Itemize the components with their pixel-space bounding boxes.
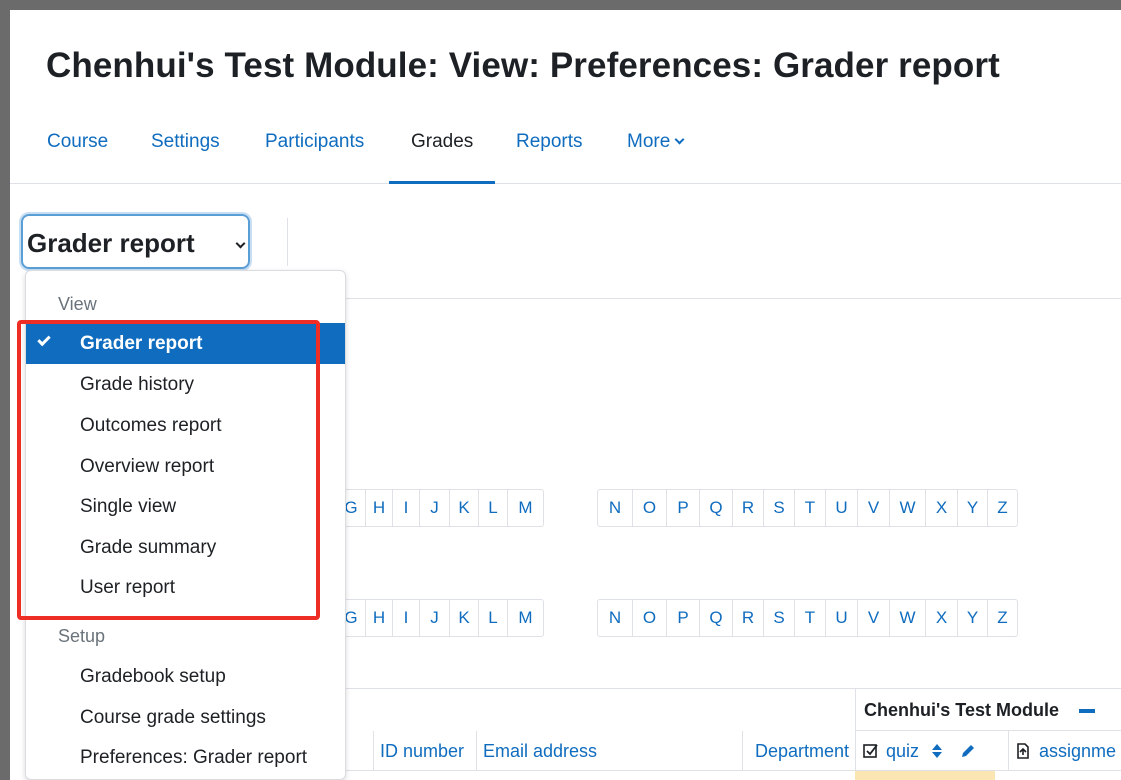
letter-link[interactable]: W bbox=[889, 490, 925, 526]
menu-item-label: Grader report bbox=[80, 333, 203, 354]
letter-link[interactable]: P bbox=[666, 490, 699, 526]
grader-table: Chenhui's Test Module ID number Email ad… bbox=[345, 688, 1121, 780]
menu-item-outcomes-report[interactable]: Outcomes report bbox=[26, 405, 345, 446]
menu-item-single-view[interactable]: Single view bbox=[26, 486, 345, 527]
report-selector-menu: View Grader report Grade history Outcome… bbox=[25, 270, 346, 780]
assignment-icon bbox=[1017, 743, 1029, 759]
letter-link[interactable]: T bbox=[794, 490, 825, 526]
letter-link[interactable]: N bbox=[598, 600, 632, 636]
letter-link[interactable]: K bbox=[449, 490, 478, 526]
column-header-id-number[interactable]: ID number bbox=[373, 731, 476, 771]
menu-item-overview-report[interactable]: Overview report bbox=[26, 446, 345, 487]
category-header-label: Chenhui's Test Module bbox=[864, 700, 1059, 720]
letter-link[interactable]: K bbox=[449, 600, 478, 636]
table-header-row: ID number Email address Department quiz … bbox=[345, 731, 1121, 771]
menu-item-grade-history[interactable]: Grade history bbox=[26, 364, 345, 405]
letter-link[interactable]: X bbox=[925, 600, 957, 636]
menu-item-user-report[interactable]: User report bbox=[26, 567, 345, 608]
letter-link[interactable]: Q bbox=[699, 490, 732, 526]
report-selector-label: Grader report bbox=[27, 228, 195, 258]
last-name-letter-filter-a-m: G H I J K L M bbox=[336, 599, 544, 637]
letter-link[interactable]: J bbox=[419, 600, 449, 636]
chevron-down-icon bbox=[674, 134, 685, 145]
letter-link[interactable]: P bbox=[666, 600, 699, 636]
menu-item-preferences-grader-report[interactable]: Preferences: Grader report bbox=[26, 737, 345, 778]
letter-link[interactable]: S bbox=[763, 600, 794, 636]
letter-link[interactable]: Q bbox=[699, 600, 732, 636]
toolbar-divider bbox=[287, 218, 288, 266]
letter-link[interactable]: Z bbox=[987, 600, 1017, 636]
column-header-department[interactable]: Department bbox=[742, 731, 855, 771]
letter-link[interactable]: V bbox=[857, 600, 889, 636]
chevron-down-icon bbox=[235, 238, 246, 249]
quiz-column-label: quiz bbox=[886, 741, 920, 761]
grade-cell-highlight bbox=[855, 771, 995, 780]
page-title: Chenhui's Test Module: View: Preferences… bbox=[46, 46, 1000, 85]
menu-item-course-grade-settings[interactable]: Course grade settings bbox=[26, 697, 345, 738]
column-header-assignment[interactable]: assignme bbox=[1008, 731, 1121, 771]
letter-link[interactable]: I bbox=[392, 600, 419, 636]
section-divider bbox=[345, 298, 1121, 299]
quiz-icon bbox=[863, 744, 878, 758]
letter-link[interactable]: N bbox=[598, 490, 632, 526]
menu-item-gradebook-setup[interactable]: Gradebook setup bbox=[26, 656, 345, 697]
letter-link[interactable]: U bbox=[825, 600, 857, 636]
letter-link[interactable]: U bbox=[825, 490, 857, 526]
category-header: Chenhui's Test Module bbox=[855, 689, 1121, 731]
letter-link[interactable]: M bbox=[507, 600, 543, 636]
collapse-icon[interactable] bbox=[1079, 709, 1095, 713]
letter-link[interactable]: R bbox=[732, 490, 763, 526]
letter-link[interactable]: T bbox=[794, 600, 825, 636]
check-icon bbox=[37, 332, 51, 347]
nav-more[interactable]: More bbox=[627, 120, 685, 184]
letter-link[interactable]: L bbox=[478, 490, 507, 526]
letter-link[interactable]: O bbox=[632, 600, 666, 636]
nav-participants[interactable]: Participants bbox=[265, 120, 364, 184]
course-nav: Course Settings Participants Grades Repo… bbox=[10, 120, 1121, 184]
window-frame-top bbox=[0, 0, 1121, 10]
letter-link[interactable]: Y bbox=[957, 490, 987, 526]
letter-link[interactable]: H bbox=[365, 490, 392, 526]
nav-course[interactable]: Course bbox=[47, 120, 108, 184]
letter-link[interactable]: M bbox=[507, 490, 543, 526]
first-name-letter-filter-n-z: N O P Q R S T U V W X Y Z bbox=[597, 489, 1018, 527]
letter-link[interactable]: I bbox=[392, 490, 419, 526]
menu-item-grade-summary[interactable]: Grade summary bbox=[26, 527, 345, 568]
sort-icon[interactable] bbox=[930, 742, 944, 760]
report-selector-button[interactable]: Grader report bbox=[21, 214, 250, 269]
window-frame-left bbox=[0, 0, 10, 780]
menu-item-grader-report[interactable]: Grader report bbox=[26, 323, 345, 364]
nav-settings[interactable]: Settings bbox=[151, 120, 220, 184]
pencil-icon[interactable] bbox=[959, 742, 977, 760]
letter-link[interactable]: Z bbox=[987, 490, 1017, 526]
nav-grades[interactable]: Grades bbox=[389, 120, 495, 184]
last-name-letter-filter-n-z: N O P Q R S T U V W X Y Z bbox=[597, 599, 1018, 637]
nav-more-label: More bbox=[627, 131, 671, 152]
letter-link[interactable]: O bbox=[632, 490, 666, 526]
assignment-column-label: assignme bbox=[1039, 741, 1117, 761]
letter-link[interactable]: R bbox=[732, 600, 763, 636]
letter-link[interactable]: V bbox=[857, 490, 889, 526]
column-header-quiz[interactable]: quiz bbox=[855, 731, 1008, 771]
menu-group-heading-view: View bbox=[58, 294, 97, 314]
menu-group-heading-setup: Setup bbox=[58, 626, 106, 646]
nav-reports[interactable]: Reports bbox=[516, 120, 583, 184]
letter-link[interactable]: J bbox=[419, 490, 449, 526]
letter-link[interactable]: H bbox=[365, 600, 392, 636]
letter-link[interactable]: Y bbox=[957, 600, 987, 636]
column-header-email[interactable]: Email address bbox=[476, 731, 742, 771]
first-name-letter-filter-a-m: G H I J K L M bbox=[336, 489, 544, 527]
letter-link[interactable]: X bbox=[925, 490, 957, 526]
letter-link[interactable]: W bbox=[889, 600, 925, 636]
letter-link[interactable]: S bbox=[763, 490, 794, 526]
letter-link[interactable]: L bbox=[478, 600, 507, 636]
